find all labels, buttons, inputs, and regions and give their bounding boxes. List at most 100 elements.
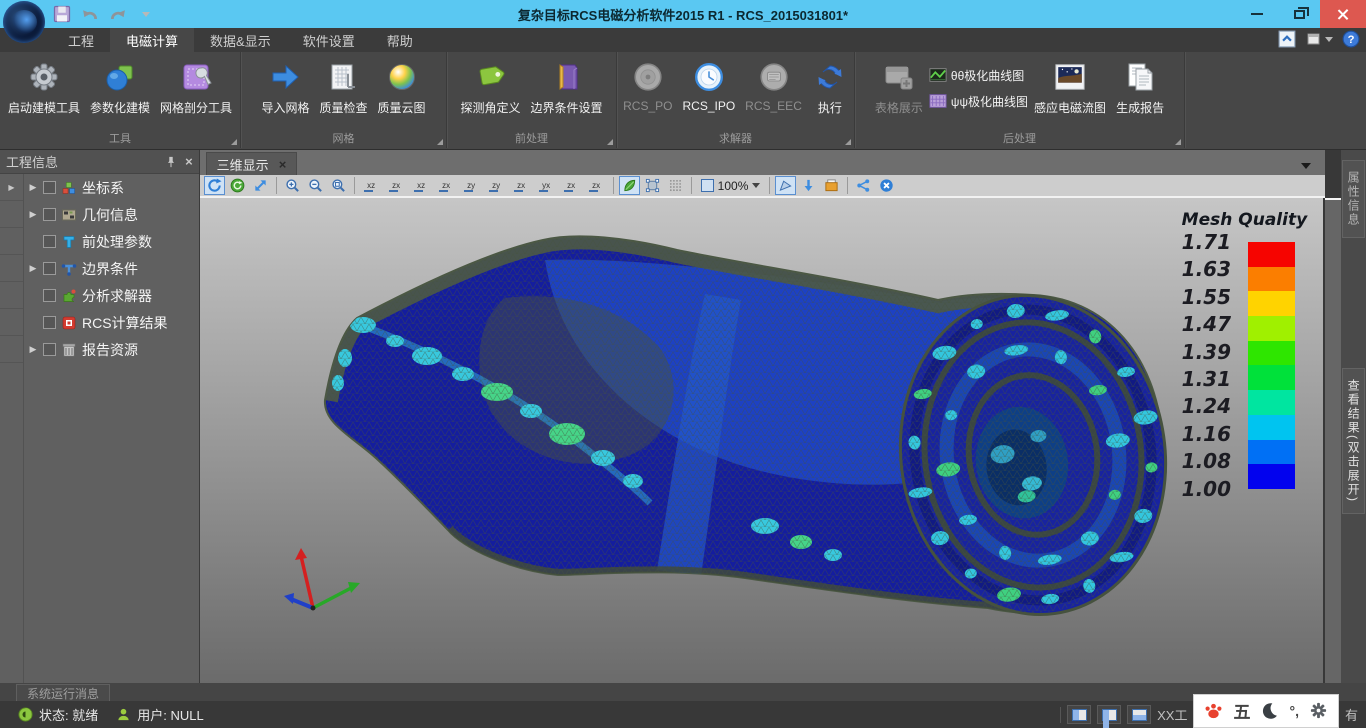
ribbon-button-质量云图[interactable]: 质量云图 xyxy=(374,56,430,118)
ribbon-button-启动建模工具[interactable]: 启动建模工具 xyxy=(4,56,84,118)
ribbon-button-导入网格[interactable]: 导入网格 xyxy=(257,56,313,118)
zoom-window-button[interactable] xyxy=(328,176,349,195)
checkbox[interactable] xyxy=(43,181,56,194)
tree-item-前处理参数[interactable]: 前处理参数 xyxy=(24,228,199,255)
tree-row-header[interactable] xyxy=(0,282,23,309)
ime-logo-paw-icon[interactable] xyxy=(1204,701,1223,720)
layout-bottom-panel-button[interactable] xyxy=(1127,705,1151,724)
checkbox[interactable] xyxy=(43,262,56,275)
close-button[interactable] xyxy=(1320,0,1366,28)
layout-left-panel-button[interactable] xyxy=(1067,705,1091,724)
ribbon-button-RCS_IPO[interactable]: RCS_IPO xyxy=(678,56,739,115)
checkbox[interactable] xyxy=(43,316,56,329)
axis-view-button-9[interactable]: zx xyxy=(560,176,583,195)
ribbon-button-参数化建模[interactable]: 参数化建模 xyxy=(86,56,154,118)
tab-list-dropdown-icon[interactable] xyxy=(1301,163,1311,169)
axis-view-button-3[interactable]: xz xyxy=(410,176,433,195)
pin-icon[interactable] xyxy=(165,156,177,168)
ribbon-button-边界条件设置[interactable]: 边界条件设置 xyxy=(527,56,607,118)
ime-settings-gear-icon[interactable] xyxy=(1309,701,1328,720)
expander-icon[interactable]: ▶ xyxy=(28,182,38,193)
axis-view-button-7[interactable]: zx xyxy=(510,176,533,195)
ime-punctuation-toggle[interactable]: °, xyxy=(1289,703,1299,719)
section-view-button[interactable] xyxy=(775,176,796,195)
tab-3d-display[interactable]: 三维显示 × xyxy=(206,152,298,175)
tree-row-header[interactable] xyxy=(0,309,23,336)
tab-软件设置[interactable]: 软件设置 xyxy=(287,28,371,52)
ribbon-button-网格剖分工具[interactable]: 网格剖分工具 xyxy=(156,56,236,118)
system-message-tab[interactable]: 系统运行消息 xyxy=(16,684,110,701)
zoom-in-button[interactable] xyxy=(282,176,303,195)
expander-icon[interactable]: ▶ xyxy=(28,344,38,355)
app-logo[interactable] xyxy=(3,1,45,43)
ime-wubi-toggle[interactable]: 五 xyxy=(1233,698,1250,723)
tree-item-边界条件[interactable]: ▶边界条件 xyxy=(24,255,199,282)
axis-view-button-5[interactable]: zy xyxy=(460,176,483,195)
share-view-button[interactable] xyxy=(853,176,874,195)
axis-view-button-8[interactable]: yx xyxy=(535,176,558,195)
ribbon-button-感应电磁流图[interactable]: 感应电磁流图 xyxy=(1030,56,1110,118)
tree-row-header[interactable] xyxy=(0,201,23,228)
orbit-button[interactable] xyxy=(227,176,248,195)
viewport-canvas[interactable] xyxy=(200,198,1323,683)
ribbon-button-质量检查[interactable]: 质量检查 xyxy=(315,56,371,118)
drop-view-button[interactable] xyxy=(798,176,819,195)
tree-row-header[interactable] xyxy=(0,228,23,255)
expander-icon[interactable]: ▶ xyxy=(28,263,38,274)
ribbon-button-表格展示[interactable]: 表格展示 xyxy=(871,56,927,118)
ribbon-button-RCS_PO[interactable]: RCS_PO xyxy=(619,56,676,115)
tree-item-分析求解器[interactable]: 分析求解器 xyxy=(24,282,199,309)
tree-row-header[interactable] xyxy=(0,336,23,363)
zoom-level-selector[interactable]: 100% xyxy=(697,179,765,193)
plane-select-button[interactable] xyxy=(642,176,663,195)
ribbon-button-RCS_EEC[interactable]: RCS_EEC xyxy=(741,56,806,115)
axis-view-button-6[interactable]: zy xyxy=(485,176,508,195)
tree-item-坐标系[interactable]: ▶坐标系 xyxy=(24,174,199,201)
tab-工程[interactable]: 工程 xyxy=(52,28,110,52)
zoom-out-button[interactable] xyxy=(305,176,326,195)
collapse-ribbon-button[interactable] xyxy=(1278,30,1296,48)
grid-toggle-button[interactable] xyxy=(665,176,686,195)
tree-item-几何信息[interactable]: ▶几何信息 xyxy=(24,201,199,228)
tree-item-RCS计算结果[interactable]: RCS计算结果 xyxy=(24,309,199,336)
group-expand-icon[interactable] xyxy=(231,139,237,145)
tree-item-报告资源[interactable]: ▶报告资源 xyxy=(24,336,199,363)
snapshot-button[interactable] xyxy=(821,176,842,195)
window-style-button[interactable] xyxy=(1304,30,1334,48)
pan-button[interactable] xyxy=(250,176,271,195)
ribbon-button-生成报告[interactable]: 生成报告 xyxy=(1112,56,1168,118)
help-button[interactable]: ? xyxy=(1342,30,1360,48)
expander-icon[interactable]: ▶ xyxy=(28,209,38,220)
viewport-right-gutter[interactable] xyxy=(1325,198,1341,683)
ribbon-button-探测角定义[interactable]: 探测角定义 xyxy=(456,56,524,118)
tab-数据&显示[interactable]: 数据&显示 xyxy=(194,28,287,52)
checkbox[interactable] xyxy=(43,343,56,356)
tree-row-header[interactable] xyxy=(0,255,23,282)
axis-view-button-1[interactable]: xz xyxy=(360,176,383,195)
tab-close-icon[interactable]: × xyxy=(279,157,287,172)
group-expand-icon[interactable] xyxy=(437,139,443,145)
group-expand-icon[interactable] xyxy=(607,139,613,145)
axis-view-button-2[interactable]: zx xyxy=(385,176,408,195)
ime-moon-icon[interactable] xyxy=(1260,701,1279,720)
checkbox[interactable] xyxy=(43,235,56,248)
panel-close-icon[interactable]: × xyxy=(185,154,193,169)
minimize-button[interactable] xyxy=(1236,0,1278,28)
checkbox[interactable] xyxy=(43,289,56,302)
vertical-tab-属性信息[interactable]: 属性信息 xyxy=(1342,160,1365,238)
rotate-view-button[interactable] xyxy=(204,176,225,195)
group-expand-icon[interactable] xyxy=(845,139,851,145)
viewport-stage[interactable]: Mesh Quality 1.711.631.551.471.391.311.2… xyxy=(200,198,1326,683)
group-expand-icon[interactable] xyxy=(1175,139,1181,145)
vertical-tab-查看结果(双击展开)[interactable]: 查看结果(双击展开) xyxy=(1342,368,1365,514)
ime-toolbar[interactable]: 五 °, xyxy=(1193,694,1339,728)
checkbox[interactable] xyxy=(43,208,56,221)
ribbon-button-执行[interactable]: 执行 xyxy=(808,56,852,118)
cancel-view-button[interactable] xyxy=(876,176,897,195)
layout-split-panel-button[interactable] xyxy=(1097,705,1121,724)
smooth-shading-button[interactable] xyxy=(619,176,640,195)
restore-button[interactable] xyxy=(1278,0,1320,28)
axis-view-button-4[interactable]: zx xyxy=(435,176,458,195)
tab-帮助[interactable]: 帮助 xyxy=(371,28,429,52)
ribbon-button-θθ极化曲线图[interactable]: θθ极化曲线图 xyxy=(929,66,1028,84)
